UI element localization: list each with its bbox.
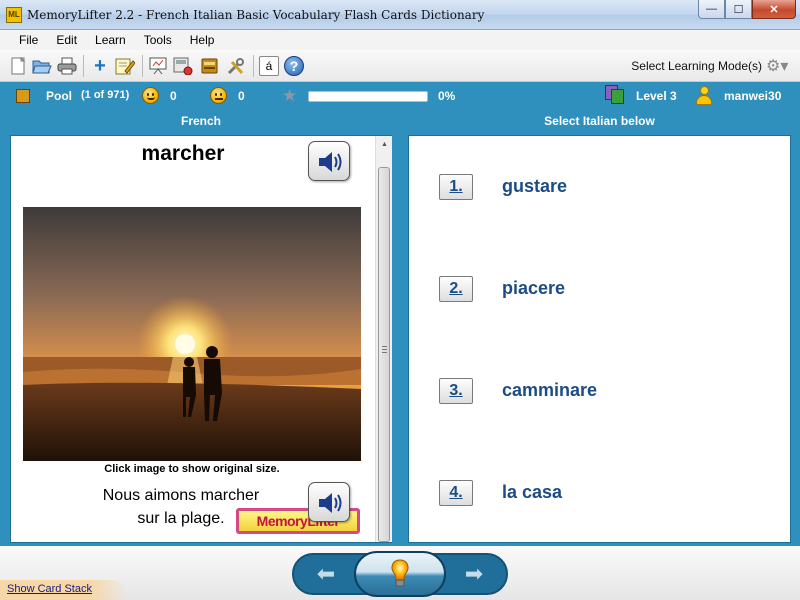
special-char-icon[interactable]: á xyxy=(259,56,279,76)
scroll-thumb[interactable] xyxy=(378,167,390,542)
play-word-audio-button[interactable] xyxy=(308,141,350,181)
level-label: Level 3 xyxy=(636,89,677,103)
title-bar: ML MemoryLifter 2.2 - French Italian Bas… xyxy=(0,0,800,30)
menu-file[interactable]: File xyxy=(10,30,47,50)
dictionary-icon[interactable] xyxy=(200,56,220,76)
question-image[interactable] xyxy=(23,207,361,461)
menu-tools[interactable]: Tools xyxy=(135,30,181,50)
answer-option[interactable]: 1. gustare xyxy=(409,172,789,202)
tools-icon[interactable] xyxy=(226,56,246,76)
question-scrollbar[interactable]: ▲ xyxy=(375,136,392,542)
star-icon: ★ xyxy=(282,86,298,105)
toolbar-separator xyxy=(83,55,84,77)
level-boxes-icon xyxy=(605,85,625,105)
wrong-smiley-icon xyxy=(210,87,227,104)
next-card-button[interactable]: ➡ xyxy=(446,560,502,588)
question-language-header: French xyxy=(180,114,221,128)
window-controls: — ☐ ✕ xyxy=(698,0,796,20)
menu-learn[interactable]: Learn xyxy=(86,30,135,50)
maximize-button[interactable]: ☐ xyxy=(725,0,752,19)
new-icon[interactable] xyxy=(8,56,28,76)
speaker-icon xyxy=(319,152,342,172)
close-button[interactable]: ✕ xyxy=(752,0,796,19)
username: manwei30 xyxy=(724,89,782,103)
answer-option[interactable]: 3. camminare xyxy=(409,376,789,406)
image-caption: Click image to show original size. xyxy=(104,463,280,475)
open-icon[interactable] xyxy=(32,56,52,76)
question-panel: marcher Click image to show original siz… xyxy=(10,135,392,543)
show-card-stack-tab[interactable]: Show Card Stack xyxy=(0,580,128,600)
hint-button[interactable] xyxy=(354,551,446,597)
pool-label: Pool xyxy=(46,89,72,103)
status-bar: Pool (1 of 971) 0 0 ★ 0% Level 3 manwei3… xyxy=(0,82,800,110)
answer-text[interactable]: la casa xyxy=(502,482,562,503)
answer-text[interactable]: piacere xyxy=(502,278,565,299)
play-example-audio-button[interactable] xyxy=(308,482,350,522)
scroll-up-arrow-icon[interactable]: ▲ xyxy=(376,136,393,153)
correct-count: 0 xyxy=(170,89,177,103)
edit-icon[interactable] xyxy=(115,56,135,76)
toolbar: + á ? Select Learning Mode(s) ⚙▾ xyxy=(0,50,800,82)
speaker-icon xyxy=(319,493,342,513)
answer-number-button[interactable]: 1. xyxy=(439,174,473,200)
correct-smiley-icon xyxy=(142,87,159,104)
navigation-bar: ⬅ ➡ Show Card Stack xyxy=(0,546,800,600)
wrong-count: 0 xyxy=(238,89,245,103)
learning-mode-gear-icon[interactable]: ⚙▾ xyxy=(766,55,792,77)
add-icon[interactable]: + xyxy=(90,55,110,77)
answer-text[interactable]: gustare xyxy=(502,176,567,197)
previous-card-button[interactable]: ⬅ xyxy=(298,560,354,588)
show-card-stack-link[interactable]: Show Card Stack xyxy=(7,583,92,595)
menu-bar: File Edit Learn Tools Help xyxy=(0,30,800,50)
learning-area: French Select Italian below marcher Clic… xyxy=(0,110,800,546)
minimize-button[interactable]: — xyxy=(698,0,725,19)
answer-number-button[interactable]: 3. xyxy=(439,378,473,404)
answer-number-button[interactable]: 2. xyxy=(439,276,473,302)
example-line-1: Nous aimons marcher xyxy=(102,487,260,504)
learning-mode-label[interactable]: Select Learning Mode(s) xyxy=(631,59,762,73)
user-icon xyxy=(696,86,712,106)
progress-text: 0% xyxy=(438,89,456,103)
answer-language-header: Select Italian below xyxy=(544,114,655,128)
window-title: MemoryLifter 2.2 - French Italian Basic … xyxy=(27,8,485,22)
pool-count: (1 of 971) xyxy=(81,89,130,101)
menu-help[interactable]: Help xyxy=(181,30,224,50)
pool-box-icon xyxy=(16,89,30,103)
menu-edit[interactable]: Edit xyxy=(47,30,86,50)
navigation-pod: ⬅ ➡ xyxy=(292,551,508,597)
answer-option[interactable]: 4. la casa xyxy=(409,478,789,508)
scroll-grip-icon xyxy=(382,346,387,353)
presentation-icon[interactable] xyxy=(148,56,168,76)
card-style-icon[interactable] xyxy=(173,56,193,76)
toolbar-separator xyxy=(142,55,143,77)
answer-text[interactable]: camminare xyxy=(502,380,597,401)
answer-panel: 1. gustare 2. piacere 3. camminare 4. la… xyxy=(408,135,791,543)
answer-number-button[interactable]: 4. xyxy=(439,480,473,506)
progress-bar xyxy=(308,91,428,102)
app-logo-icon: ML xyxy=(6,7,22,23)
question-word: marcher xyxy=(141,142,225,165)
lightbulb-icon xyxy=(391,559,409,587)
print-icon[interactable] xyxy=(57,56,77,76)
answer-option[interactable]: 2. piacere xyxy=(409,274,789,304)
help-icon[interactable]: ? xyxy=(284,56,304,76)
toolbar-separator xyxy=(253,55,254,77)
